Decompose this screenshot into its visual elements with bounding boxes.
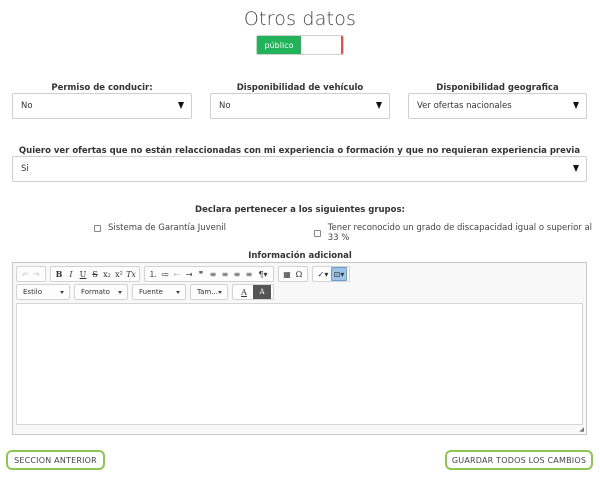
align-center-icon[interactable]: ≡ bbox=[219, 267, 231, 281]
chevron-down-icon bbox=[573, 165, 579, 172]
vehicle-select[interactable]: No bbox=[210, 93, 390, 119]
subscript-button[interactable]: x₂ bbox=[101, 267, 113, 281]
page-title: Otros datos bbox=[243, 8, 357, 30]
style-combo[interactable]: Estilo bbox=[16, 284, 70, 300]
group-option-label: Sistema de Garantía Juvenil bbox=[108, 223, 227, 233]
chevron-down-icon bbox=[573, 102, 579, 109]
toggle-on-label: público bbox=[257, 36, 301, 54]
insert-group: ▦ Ω bbox=[278, 266, 308, 282]
text-color-icon[interactable]: A bbox=[235, 285, 253, 299]
unrelated-offers-label: Quiero ver ofertas que no están relaccio… bbox=[18, 146, 581, 156]
spellcheck-icon[interactable]: ✓▾ bbox=[315, 267, 331, 281]
numbered-list-icon[interactable]: ⒈ bbox=[147, 267, 159, 281]
checkbox[interactable] bbox=[314, 229, 321, 237]
table-icon[interactable]: ▦ bbox=[281, 267, 293, 281]
basic-styles-group: B I U S x₂ x² Tx bbox=[50, 266, 140, 282]
checkbox[interactable] bbox=[94, 224, 101, 232]
chevron-down-icon bbox=[118, 291, 122, 294]
license-select[interactable]: No bbox=[12, 93, 192, 119]
unrelated-offers-select[interactable]: Si bbox=[12, 156, 587, 182]
superscript-button[interactable]: x² bbox=[113, 267, 125, 281]
font-combo[interactable]: Fuente bbox=[132, 284, 186, 300]
toggle-off-side bbox=[301, 36, 343, 54]
redo-icon[interactable]: ↷ bbox=[31, 267, 43, 281]
chevron-down-icon bbox=[376, 102, 382, 109]
group-option-discapacidad[interactable]: Tener reconocido un grado de discapacida… bbox=[314, 223, 600, 243]
visibility-toggle[interactable]: público bbox=[256, 35, 344, 55]
bold-button[interactable]: B bbox=[53, 267, 65, 281]
strike-button[interactable]: S bbox=[89, 267, 101, 281]
group-option-juvenil[interactable]: Sistema de Garantía Juvenil bbox=[94, 223, 226, 233]
size-combo[interactable]: Tam... bbox=[190, 284, 228, 300]
previous-section-button[interactable]: SECCION ANTERIOR bbox=[6, 450, 105, 470]
source-icon[interactable]: ⊡▾ bbox=[331, 267, 347, 281]
align-right-icon[interactable]: ≡ bbox=[231, 267, 243, 281]
clear-format-icon[interactable]: Tx bbox=[125, 267, 137, 281]
editor-label: Información adicional bbox=[248, 251, 352, 261]
chevron-down-icon bbox=[176, 291, 180, 294]
color-group: A A bbox=[232, 284, 274, 300]
history-group: ↶ ↷ bbox=[16, 266, 46, 282]
special-char-icon[interactable]: Ω bbox=[293, 267, 305, 281]
geo-label: Disponibilidad geografica bbox=[436, 83, 559, 93]
format-combo-label: Formato bbox=[81, 288, 110, 296]
chevron-down-icon bbox=[178, 102, 184, 109]
bullet-list-icon[interactable]: ≔ bbox=[159, 267, 171, 281]
bg-color-icon[interactable]: A bbox=[253, 285, 271, 299]
size-combo-label: Tam... bbox=[197, 288, 218, 296]
indent-icon[interactable]: ⇥ bbox=[183, 267, 195, 281]
format-combo[interactable]: Formato bbox=[74, 284, 128, 300]
editor-content-area[interactable] bbox=[16, 303, 583, 425]
style-combo-label: Estilo bbox=[23, 288, 42, 296]
font-combo-label: Fuente bbox=[139, 288, 163, 296]
resize-handle-icon[interactable]: ◢ bbox=[579, 426, 584, 433]
vehicle-label: Disponibilidad de vehículo bbox=[236, 83, 364, 93]
unrelated-offers-value: Si bbox=[21, 164, 29, 174]
groups-label: Declara pertenecer a los siguientes grup… bbox=[195, 205, 405, 215]
editor-toolbar-row-2: Estilo Formato Fuente Tam... A A bbox=[16, 284, 278, 300]
undo-icon[interactable]: ↶ bbox=[19, 267, 31, 281]
chevron-down-icon bbox=[60, 291, 64, 294]
license-value: No bbox=[21, 101, 33, 111]
blockquote-icon[interactable]: ❞ bbox=[195, 267, 207, 281]
license-label: Permiso de conducir: bbox=[51, 83, 153, 93]
text-direction-icon[interactable]: ¶▾ bbox=[255, 267, 271, 281]
group-option-label: Tener reconocido un grado de discapacida… bbox=[327, 223, 593, 243]
chevron-down-icon bbox=[218, 291, 222, 294]
underline-button[interactable]: U bbox=[77, 267, 89, 281]
vehicle-value: No bbox=[219, 101, 231, 111]
italic-button[interactable]: I bbox=[65, 267, 77, 281]
tools-group: ✓▾ ⊡▾ bbox=[312, 266, 350, 282]
geo-value: Ver ofertas nacionales bbox=[417, 101, 512, 111]
editor-toolbar-row-1: ↶ ↷ B I U S x₂ x² Tx ⒈ ≔ ⇤ ⇥ ❞ ≡ ≡ ≡ ≡ ¶… bbox=[16, 266, 354, 282]
save-all-button[interactable]: GUARDAR TODOS LOS CAMBIOS bbox=[445, 450, 593, 470]
align-justify-icon[interactable]: ≡ bbox=[243, 267, 255, 281]
align-left-icon[interactable]: ≡ bbox=[207, 267, 219, 281]
paragraph-group: ⒈ ≔ ⇤ ⇥ ❞ ≡ ≡ ≡ ≡ ¶▾ bbox=[144, 266, 274, 282]
geo-select[interactable]: Ver ofertas nacionales bbox=[408, 93, 587, 119]
outdent-icon[interactable]: ⇤ bbox=[171, 267, 183, 281]
rich-text-editor: ↶ ↷ B I U S x₂ x² Tx ⒈ ≔ ⇤ ⇥ ❞ ≡ ≡ ≡ ≡ ¶… bbox=[12, 262, 587, 435]
